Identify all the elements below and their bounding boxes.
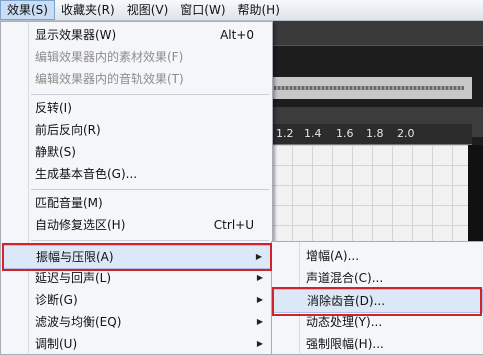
menu-view[interactable]: 视图(V) — [121, 0, 175, 20]
menu-separator — [31, 94, 269, 95]
annotation-box-amplitude — [2, 243, 272, 271]
menu-separator — [31, 189, 269, 190]
menu-item-reverse[interactable]: 前后反向(R) — [2, 119, 271, 141]
time-ruler[interactable]: 1.2 1.4 1.6 1.8 2.0 — [272, 124, 472, 145]
menu-item-diagnostics[interactable]: 诊断(G) ▶ — [2, 289, 271, 311]
menu-item-edit-track-effects: 编辑效果器内的音轨效果(T) — [2, 68, 271, 90]
submenu-item-channel-mixer[interactable]: 声道混合(C)... — [273, 267, 483, 289]
ruler-tick: 1.8 — [366, 127, 384, 140]
menu-item-label: 生成基本音色(G)... — [35, 167, 138, 181]
menu-item-label: 自动修复选区(H) — [35, 218, 126, 232]
menu-item-label: 增幅(A)... — [306, 249, 360, 263]
menu-item-label: 诊断(G) — [35, 293, 78, 307]
menu-item-shortcut: Alt+0 — [220, 28, 254, 42]
ruler-tick: 1.6 — [336, 127, 354, 140]
menu-item-label: 前后反向(R) — [35, 123, 101, 137]
menu-item-filter-eq[interactable]: 滤波与均衡(EQ) ▶ — [2, 311, 271, 333]
menu-item-label: 强制限幅(H)... — [306, 337, 384, 351]
menu-item-label: 匹配音量(M) — [35, 196, 103, 210]
menu-item-label: 静默(S) — [35, 145, 76, 159]
ruler-tick: 1.2 — [276, 127, 294, 140]
menu-item-label: 滤波与均衡(EQ) — [35, 315, 122, 329]
annotation-box-deesser — [272, 287, 482, 316]
menu-bar: 效果(S) 收藏夹(R) 视图(V) 窗口(W) 帮助(H) — [0, 0, 483, 21]
menu-item-generate-tones[interactable]: 生成基本音色(G)... — [2, 163, 271, 185]
menu-help[interactable]: 帮助(H) — [232, 0, 286, 20]
menu-item-match-volume[interactable]: 匹配音量(M) — [2, 192, 271, 214]
menu-item-invert[interactable]: 反转(I) — [2, 97, 271, 119]
menu-separator — [31, 240, 269, 241]
menu-item-auto-heal[interactable]: 自动修复选区(H) Ctrl+U — [2, 214, 271, 236]
menu-item-label: 反转(I) — [35, 101, 72, 115]
menu-item-modulation[interactable]: 调制(U) ▶ — [2, 333, 271, 355]
menu-favorites[interactable]: 收藏夹(R) — [55, 0, 121, 20]
menu-item-show-effects-rack[interactable]: 显示效果器(W) Alt+0 — [2, 24, 271, 46]
editor-tab-strip — [272, 21, 483, 46]
menu-window[interactable]: 窗口(W) — [174, 0, 231, 20]
menu-item-shortcut: Ctrl+U — [213, 218, 254, 232]
ruler-tick: 1.4 — [304, 127, 322, 140]
menu-item-label: 编辑效果器内的音轨效果(T) — [35, 72, 184, 86]
waveform-overview[interactable] — [272, 77, 472, 99]
submenu-item-amplify[interactable]: 增幅(A)... — [273, 245, 483, 267]
effects-menu: 显示效果器(W) Alt+0 编辑效果器内的素材效果(F) 编辑效果器内的音轨效… — [0, 21, 273, 355]
submenu-arrow-icon: ▶ — [256, 339, 263, 348]
menu-item-edit-clip-effects: 编辑效果器内的素材效果(F) — [2, 46, 271, 68]
ruler-tick: 2.0 — [397, 127, 415, 140]
submenu-arrow-icon: ▶ — [256, 295, 263, 304]
submenu-arrow-icon: ▶ — [256, 317, 263, 326]
menu-item-label: 显示效果器(W) — [35, 28, 117, 42]
overview-wave — [274, 86, 464, 90]
menu-item-silence[interactable]: 静默(S) — [2, 141, 271, 163]
menu-item-label: 声道混合(C)... — [306, 271, 384, 285]
menu-item-label: 调制(U) — [35, 337, 78, 351]
menu-item-label: 编辑效果器内的素材效果(F) — [35, 50, 184, 64]
submenu-item-hard-limiter[interactable]: 强制限幅(H)... — [273, 333, 483, 355]
menu-effects[interactable]: 效果(S) — [0, 0, 55, 20]
